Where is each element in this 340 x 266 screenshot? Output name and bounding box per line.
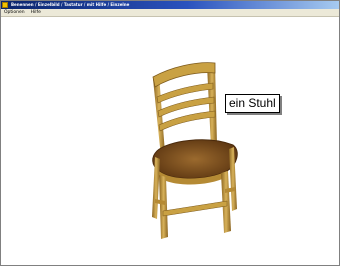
menu-bar: Optionen Hilfe [1, 9, 339, 17]
chair-image[interactable] [137, 61, 249, 241]
window-title: Benennen / Einzelbild / Tastatur / mit H… [11, 2, 130, 7]
menu-item-optionen[interactable]: Optionen [1, 9, 28, 16]
object-label: ein Stuhl [225, 94, 280, 113]
content-area: ein Stuhl [1, 17, 339, 265]
title-bar[interactable]: Benennen / Einzelbild / Tastatur / mit H… [1, 1, 339, 9]
menu-item-hilfe[interactable]: Hilfe [28, 9, 44, 16]
app-window: Benennen / Einzelbild / Tastatur / mit H… [0, 0, 340, 266]
app-icon [2, 2, 8, 8]
